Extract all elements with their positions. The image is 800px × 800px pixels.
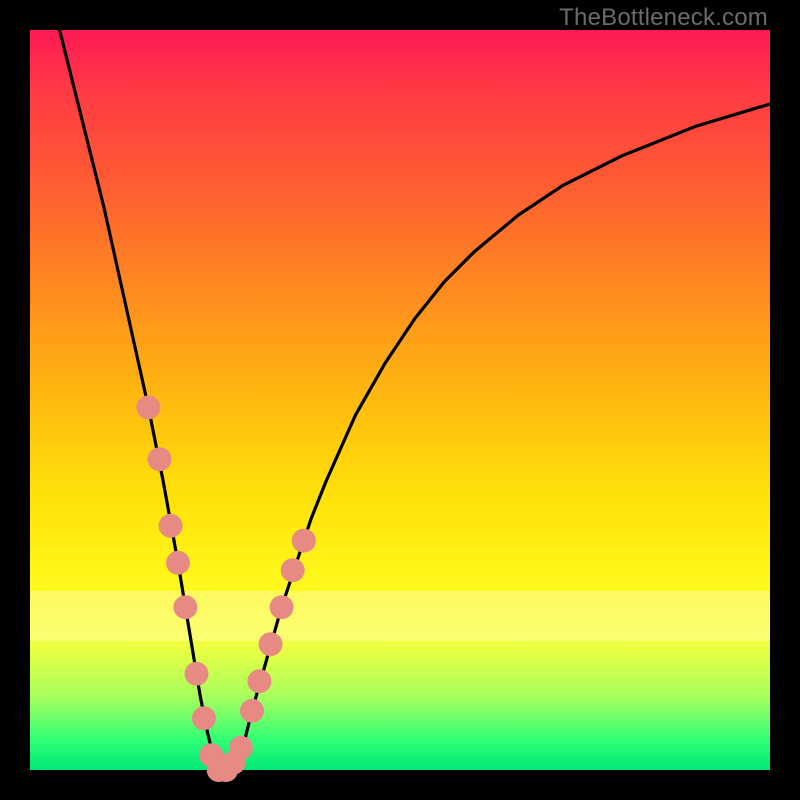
data-dot: [192, 706, 216, 730]
chart-frame: TheBottleneck.com: [0, 0, 800, 800]
data-dot: [159, 514, 183, 538]
data-dot: [240, 699, 264, 723]
watermark-text: TheBottleneck.com: [559, 4, 768, 32]
data-dot: [166, 551, 190, 575]
data-dot: [173, 595, 197, 619]
chart-svg: [0, 0, 800, 800]
data-dot: [281, 558, 305, 582]
data-dot: [185, 662, 209, 686]
bottleneck-curve: [60, 30, 770, 770]
data-dot: [270, 595, 294, 619]
data-dot: [148, 447, 172, 471]
data-dot: [259, 632, 283, 656]
data-dot: [292, 529, 316, 553]
data-dot: [136, 395, 160, 419]
data-dot: [247, 669, 271, 693]
data-dot: [229, 736, 253, 760]
